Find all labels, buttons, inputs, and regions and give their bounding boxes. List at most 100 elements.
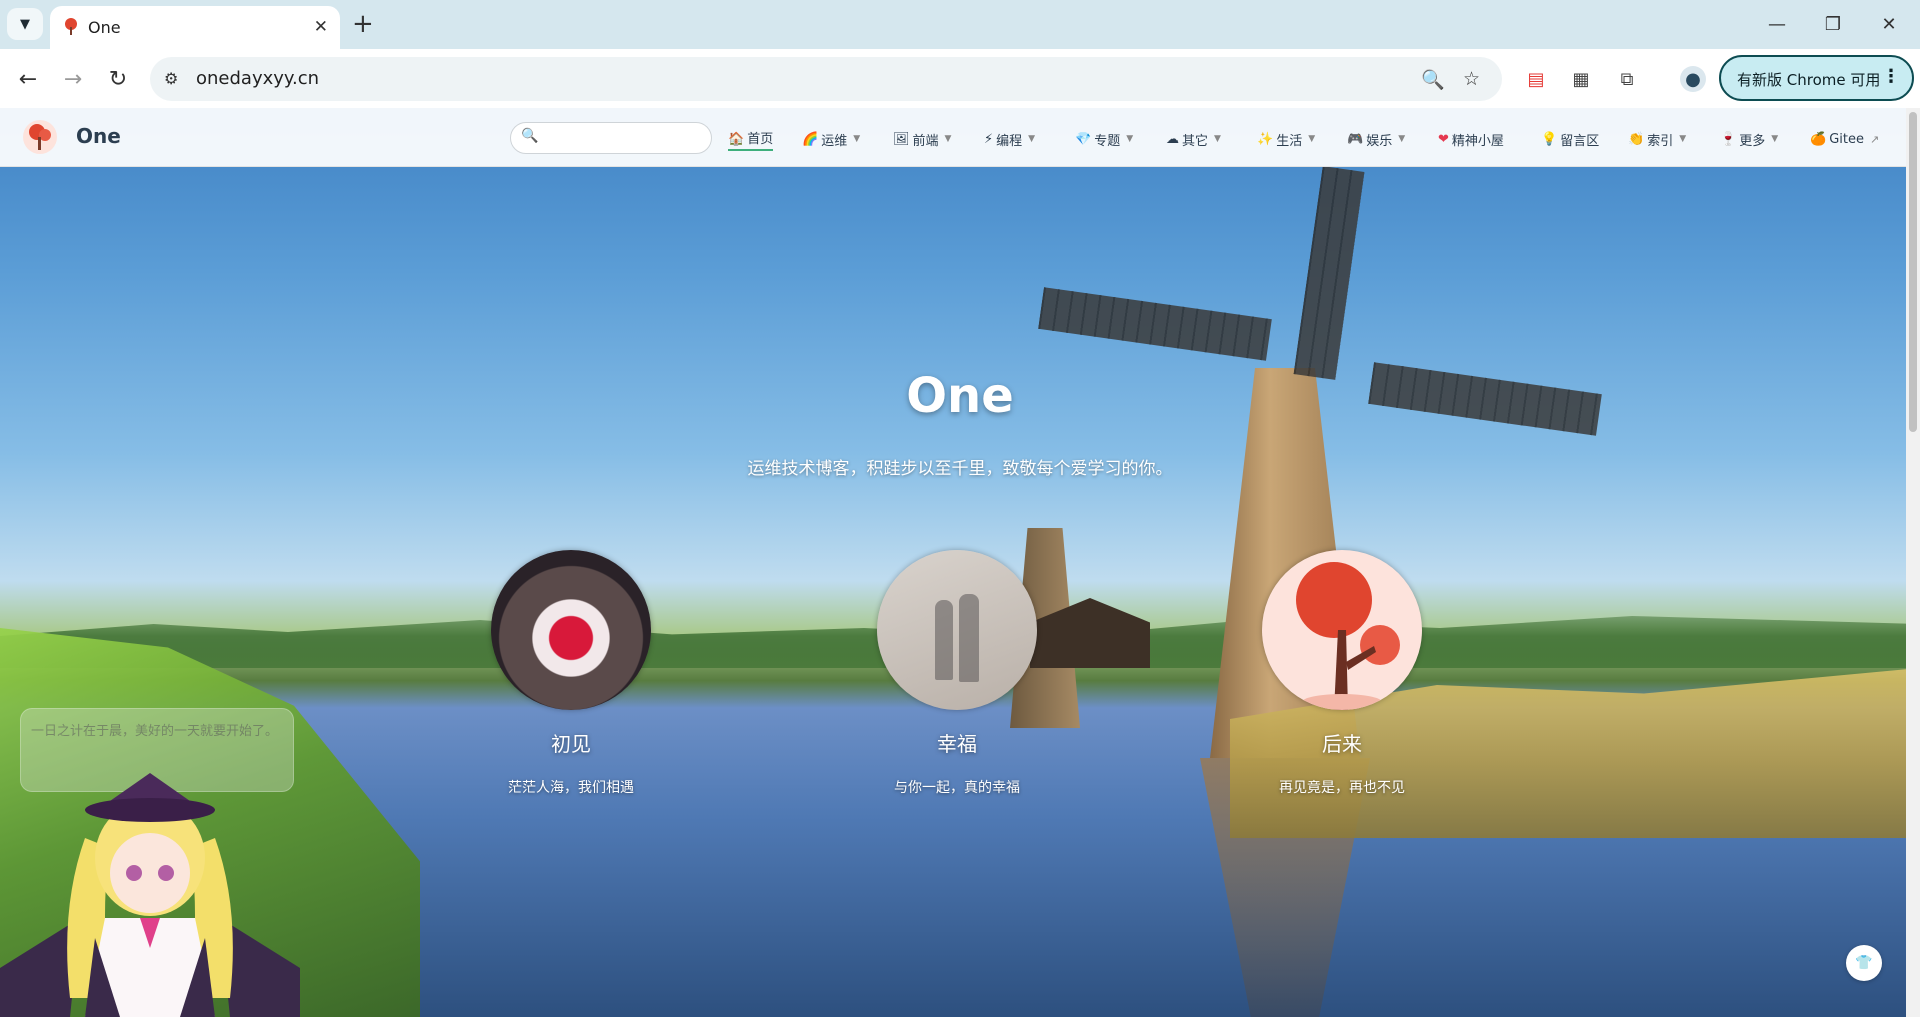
url-text[interactable]: onedayxyy.cn [196,68,319,89]
nav-item-programming[interactable]: ⚡ 编程 ▼ [984,128,1035,150]
red-tree-image[interactable] [1262,550,1422,710]
chevron-down-icon: ▼ [20,16,30,32]
nav-label: 编程 [996,133,1023,149]
live2d-tip-text: 一日之计在于晨，美好的一天就要开始了。 [31,724,279,739]
restore-button[interactable]: ❐ [1813,10,1853,38]
sparkle-icon: ✨ [1257,131,1274,147]
nav-label: 索引 [1647,133,1674,149]
nav-label: 前端 [912,133,939,149]
tab-strip: ▼ One ✕ + — ❐ ✕ [0,0,1920,49]
wine-icon: 🍷 [1720,131,1737,147]
couple-shadow-photo[interactable] [877,550,1037,710]
feature-desc: 茫茫人海，我们相遇 [508,780,634,796]
person-icon[interactable]: ● [1680,66,1706,92]
nav-label: 精神小屋 [1451,133,1504,149]
site-search-input[interactable]: 🔍 [510,122,712,154]
more-vertical-icon[interactable]: ⋮ [1882,66,1900,87]
nav-item-guestbook[interactable]: 💡 留言区 [1541,128,1599,150]
tree-favicon-icon [65,18,77,35]
puzzle-icon[interactable]: ⧉ [1614,66,1640,92]
nav-label: 更多 [1739,133,1766,149]
live2d-character[interactable] [0,768,300,1017]
caret-down-icon: ▼ [944,134,952,144]
forward-button[interactable]: → [58,64,88,94]
clap-icon: 👏 [1628,131,1645,147]
nav-item-entertainment[interactable]: 🎮 娱乐 ▼ [1347,128,1405,150]
feature-title: 后来 [1322,732,1362,756]
external-link-icon: ↗ [1869,132,1880,146]
caret-down-icon: ▼ [1308,134,1316,144]
game-icon: 🎮 [1347,131,1364,147]
nav-item-spirit-house[interactable]: ❤ 精神小屋 [1438,128,1504,150]
shirt-icon[interactable]: 👕 [1846,945,1882,981]
caret-down-icon: ▼ [1771,134,1779,144]
heart-icon: ❤ [1438,131,1449,147]
tree-logo-icon[interactable] [22,119,58,155]
nav-item-index[interactable]: 👏 索引 ▼ [1628,128,1686,150]
new-tab-button[interactable]: + [352,10,374,38]
arrow-left-icon: ← [18,66,38,92]
nav-item-life[interactable]: ✨ 生活 ▼ [1257,128,1315,150]
feature-card-later[interactable]: 后来 再见竟是，再也不见 [1242,550,1442,797]
minimize-button[interactable]: — [1757,10,1797,38]
extension-qr-icon[interactable]: ▦ [1568,66,1594,92]
nav-label: 首页 [747,131,774,147]
scrollbar-thumb[interactable] [1909,112,1917,432]
site-name[interactable]: One [76,124,121,148]
nav-label: 留言区 [1560,133,1600,149]
nav-label: 娱乐 [1366,133,1393,149]
hero-subtitle: 运维技术博客，积跬步以至千里，致敬每个爱学习的你。 [747,459,1173,479]
nav-item-ops[interactable]: 🌈 运维 ▼ [802,128,860,150]
feature-title: 幸福 [937,732,977,756]
nav-label: 运维 [821,133,848,149]
nav-item-frontend[interactable]: 🖼 前端 ▼ [893,128,951,150]
site-header: One 🔍 🏠 首页 🌈 运维 ▼ 🖼 前端 ▼ ⚡ 编程 ▼ 💎 专题 ▼ ☁ 其它 ▼ ✨ 生活 ▼ … [0,108,1906,167]
caret-down-icon: ▼ [1028,134,1036,144]
nav-item-more[interactable]: 🍷 更多 ▼ [1720,128,1778,150]
nav-item-home[interactable]: 🏠 首页 [728,128,774,151]
rainbow-icon: 🌈 [802,131,819,147]
zoom-icon[interactable]: 🔍 [1421,68,1445,91]
nav-label: 其它 [1182,133,1209,149]
browser-tab[interactable]: One ✕ [50,6,340,49]
nav-item-gitee[interactable]: 🍊 Gitee ↗ [1810,128,1879,150]
caret-down-icon: ▼ [1679,134,1687,144]
bulb-icon: 💡 [1541,131,1558,147]
feature-desc: 再见竟是，再也不见 [1279,780,1405,796]
chrome-update-button[interactable]: 有新版 Chrome 可用 ⋮ [1719,55,1914,101]
feature-card-happiness[interactable]: 幸福 与你一起，真的幸福 [857,550,1057,797]
nav-item-topics[interactable]: 💎 专题 ▼ [1075,128,1133,150]
windmill-blade [1038,287,1272,361]
back-button[interactable]: ← [13,64,43,94]
reload-button[interactable]: ↻ [103,64,133,94]
browser-toolbar: ← → ↻ ⚙ onedayxyy.cn 🔍 ☆ ▤ ▦ ⧉ ● 有新版 Chr… [0,49,1920,108]
nav-item-other[interactable]: ☁ 其它 ▼ [1166,128,1221,150]
star-icon[interactable]: ☆ [1463,68,1480,90]
tab-search-button[interactable]: ▼ [7,8,43,40]
reload-icon: ↻ [108,66,128,92]
cloud-icon: ☁ [1166,131,1179,147]
home-icon: 🏠 [728,131,745,147]
picture-icon: 🖼 [893,131,910,147]
nav-label: 生活 [1276,133,1303,149]
hero-title: One [906,368,1014,424]
caret-down-icon: ▼ [1126,134,1134,144]
feature-card-first-meet[interactable]: 初见 茫茫人海，我们相遇 [471,550,671,797]
arrow-right-icon: → [63,66,83,92]
nav-label: 专题 [1094,133,1121,149]
website-viewport: One 🔍 🏠 首页 🌈 运维 ▼ 🖼 前端 ▼ ⚡ 编程 ▼ 💎 专题 ▼ ☁ 其它 ▼ ✨ 生活 ▼ … [0,108,1920,1017]
diamond-icon: 💎 [1075,131,1092,147]
extension-notes-icon[interactable]: ▤ [1523,66,1549,92]
caret-down-icon: ▼ [1214,134,1221,144]
feature-title: 初见 [551,732,591,756]
site-settings-icon[interactable]: ⚙ [164,69,178,88]
orange-icon: 🍊 [1810,131,1827,147]
window-close-button[interactable]: ✕ [1869,10,1909,38]
windmill-blade [1293,166,1365,380]
caret-down-icon: ▼ [853,134,861,144]
update-label: 有新版 Chrome 可用 [1737,71,1881,89]
flowers-photo[interactable] [491,550,651,710]
caret-down-icon: ▼ [1398,134,1406,144]
address-bar[interactable]: ⚙ onedayxyy.cn 🔍 ☆ [150,57,1502,101]
close-icon[interactable]: ✕ [314,17,328,37]
